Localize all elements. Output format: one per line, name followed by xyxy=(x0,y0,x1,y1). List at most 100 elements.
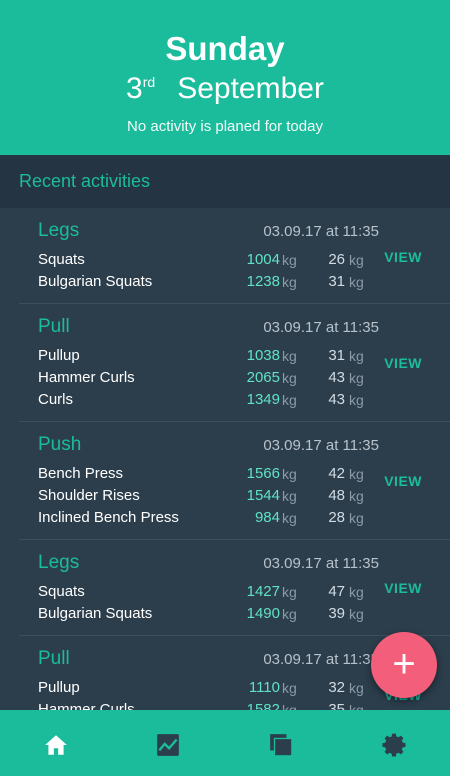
exercise-row: Bulgarian Squats 1238 kg 31 kg xyxy=(19,273,450,295)
library-icon[interactable] xyxy=(268,732,294,758)
exercise-weight: 1349 xyxy=(246,391,280,408)
reps-unit: kg xyxy=(349,392,364,408)
activity-card[interactable]: Pull 03.09.17 at 11:35 VIEW Pullup 1038 … xyxy=(19,304,450,422)
weight-unit: kg xyxy=(282,348,297,364)
exercise-row: Inclined Bench Press 984 kg 28 kg xyxy=(19,509,450,531)
weight-unit: kg xyxy=(282,680,297,696)
reps-unit: kg xyxy=(349,274,364,290)
plan-note: No activity is planed for today xyxy=(127,118,323,135)
activity-datetime: 03.09.17 at 11:35 xyxy=(263,555,379,572)
weight-unit: kg xyxy=(282,392,297,408)
home-icon[interactable] xyxy=(43,732,69,758)
reps-unit: kg xyxy=(349,348,364,364)
exercise-name: Bulgarian Squats xyxy=(38,273,153,290)
exercise-reps: 43 xyxy=(328,391,345,408)
exercise-weight: 1004 xyxy=(246,251,280,268)
settings-icon[interactable] xyxy=(381,732,407,758)
exercise-row: Squats 1004 kg 26 kg xyxy=(19,251,450,273)
activity-title: Pull xyxy=(38,316,70,337)
exercise-weight: 1566 xyxy=(246,465,280,482)
exercise-reps: 31 xyxy=(328,347,345,364)
exercise-name: Squats xyxy=(38,251,85,268)
weight-unit: kg xyxy=(282,510,297,526)
reps-unit: kg xyxy=(349,510,364,526)
add-icon: + xyxy=(392,642,416,686)
exercise-name: Bulgarian Squats xyxy=(38,605,153,622)
reps-unit: kg xyxy=(349,606,364,622)
weight-unit: kg xyxy=(282,466,297,482)
activity-datetime: 03.09.17 at 11:35 xyxy=(263,319,379,336)
reps-unit: kg xyxy=(349,252,364,268)
exercise-reps: 42 xyxy=(328,465,345,482)
reps-unit: kg xyxy=(349,584,364,600)
exercise-reps: 26 xyxy=(328,251,345,268)
exercise-reps: 43 xyxy=(328,369,345,386)
activity-datetime: 03.09.17 at 11:35 xyxy=(263,223,379,240)
date-label: 3rd September xyxy=(0,72,450,106)
weight-unit: kg xyxy=(282,370,297,386)
activity-card[interactable]: Push 03.09.17 at 11:35 VIEW Bench Press … xyxy=(19,422,450,540)
activity-title: Push xyxy=(38,434,82,455)
exercise-weight: 1582 xyxy=(246,701,280,710)
reps-unit: kg xyxy=(349,466,364,482)
exercise-row: Hammer Curls 1582 kg 35 kg xyxy=(19,701,450,710)
exercise-weight: 1427 xyxy=(246,583,280,600)
exercise-name: Shoulder Rises xyxy=(38,487,140,504)
exercise-row: Bulgarian Squats 1490 kg 39 kg xyxy=(19,605,450,627)
day-name: Sunday xyxy=(165,30,285,67)
exercise-name: Pullup xyxy=(38,679,80,696)
exercise-row: Shoulder Rises 1544 kg 48 kg xyxy=(19,487,450,509)
recent-activities-title: Recent activities xyxy=(19,171,151,191)
add-activity-button[interactable]: + xyxy=(371,632,437,698)
exercise-reps: 48 xyxy=(328,487,345,504)
weight-unit: kg xyxy=(282,252,297,268)
exercise-name: Bench Press xyxy=(38,465,124,482)
activity-title: Pull xyxy=(38,648,70,669)
exercise-weight: 984 xyxy=(254,509,280,526)
exercise-name: Hammer Curls xyxy=(38,701,135,710)
exercise-name: Curls xyxy=(38,391,74,408)
activity-card[interactable]: Legs 03.09.17 at 11:35 VIEW Squats 1427 … xyxy=(19,540,450,636)
exercise-weight: 1490 xyxy=(246,605,280,622)
reps-unit: kg xyxy=(349,702,364,710)
activity-datetime: 03.09.17 at 11:35 xyxy=(263,651,379,668)
exercise-weight: 1544 xyxy=(246,487,280,504)
weight-unit: kg xyxy=(282,584,297,600)
activity-title: Legs xyxy=(38,220,80,241)
activity-card[interactable]: Legs 03.09.17 at 11:35 VIEW Squats 1004 … xyxy=(19,208,450,304)
exercise-row: Bench Press 1566 kg 42 kg xyxy=(19,465,450,487)
exercise-name: Inclined Bench Press xyxy=(38,509,179,526)
weight-unit: kg xyxy=(282,274,297,290)
exercise-weight: 2065 xyxy=(246,369,280,386)
activity-list[interactable]: Legs 03.09.17 at 11:35 VIEW Squats 1004 … xyxy=(0,208,450,710)
reps-unit: kg xyxy=(349,370,364,386)
exercise-name: Pullup xyxy=(38,347,80,364)
bottom-navigation xyxy=(0,710,450,776)
exercise-name: Hammer Curls xyxy=(38,369,135,386)
exercise-row: Curls 1349 kg 43 kg xyxy=(19,391,450,413)
exercise-row: Squats 1427 kg 47 kg xyxy=(19,583,450,605)
weight-unit: kg xyxy=(282,702,297,710)
weight-unit: kg xyxy=(282,606,297,622)
date-suffix: rd xyxy=(142,74,156,90)
date-month: September xyxy=(177,72,324,105)
date-number: 3 xyxy=(126,72,143,105)
reps-unit: kg xyxy=(349,488,364,504)
weight-unit: kg xyxy=(282,488,297,504)
exercise-reps: 35 xyxy=(328,701,345,710)
exercise-name: Squats xyxy=(38,583,85,600)
exercise-reps: 32 xyxy=(328,679,345,696)
activity-title: Legs xyxy=(38,552,80,573)
exercise-row: Hammer Curls 2065 kg 43 kg xyxy=(19,369,450,391)
exercise-reps: 31 xyxy=(328,273,345,290)
chart-icon[interactable] xyxy=(155,732,181,758)
reps-unit: kg xyxy=(349,680,364,696)
day-header: Sunday 3rd September No activity is plane… xyxy=(0,0,450,155)
exercise-weight: 1038 xyxy=(246,347,280,364)
exercise-weight: 1110 xyxy=(248,679,280,696)
activity-datetime: 03.09.17 at 11:35 xyxy=(263,437,379,454)
exercise-reps: 39 xyxy=(328,605,345,622)
exercise-reps: 28 xyxy=(328,509,345,526)
exercise-row: Pullup 1038 kg 31 kg xyxy=(19,347,450,369)
exercise-reps: 47 xyxy=(328,583,345,600)
